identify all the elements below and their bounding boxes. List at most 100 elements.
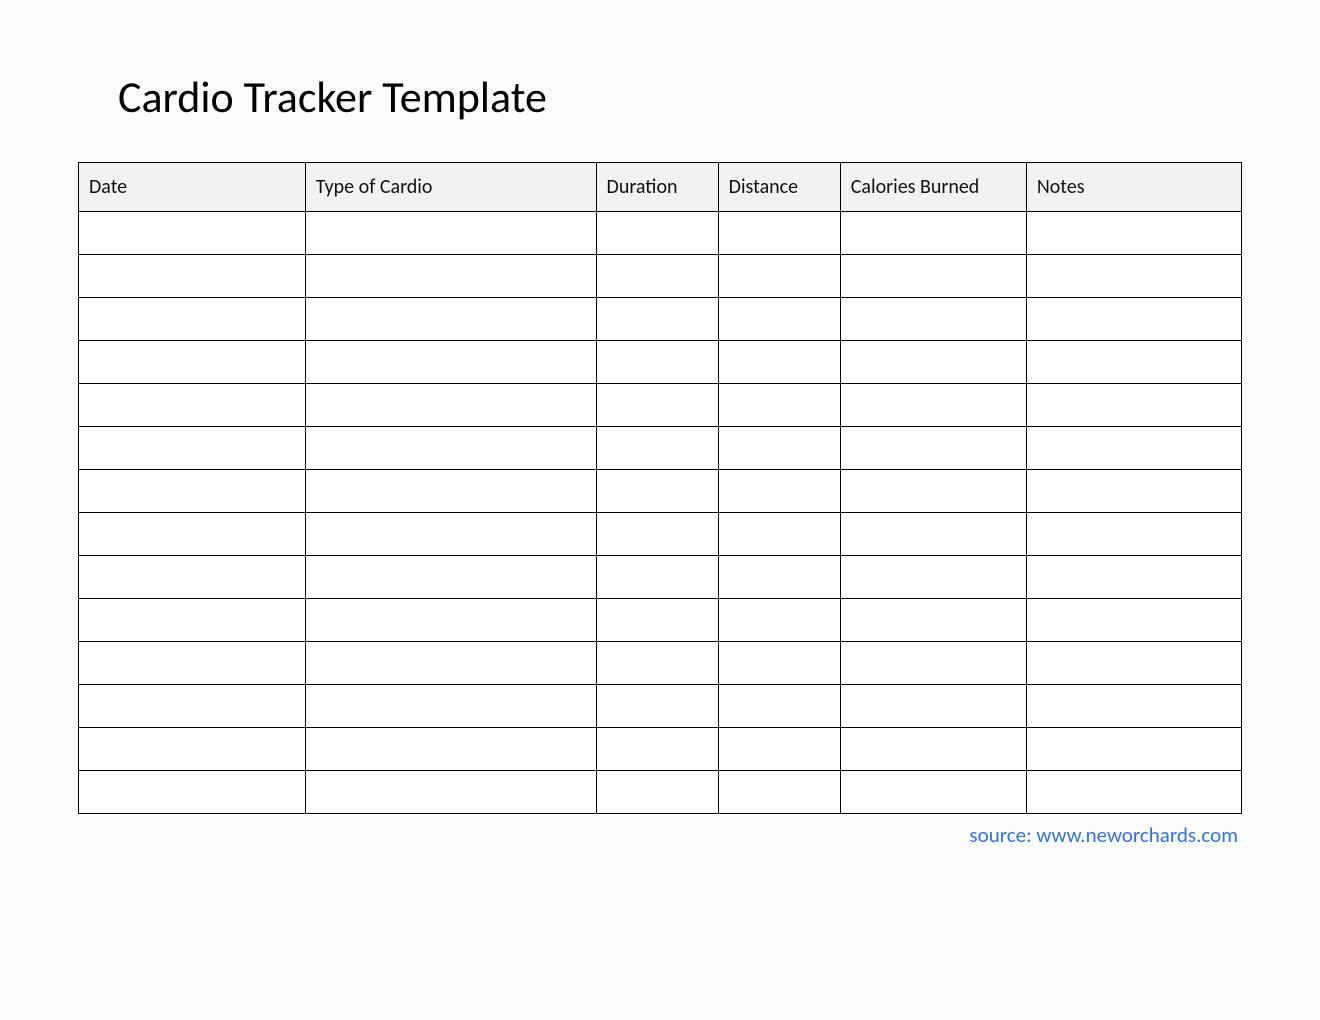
table-cell[interactable] [79, 470, 306, 513]
table-cell[interactable] [79, 255, 306, 298]
table-cell[interactable] [840, 513, 1026, 556]
column-header-type: Type of Cardio [305, 163, 596, 212]
column-header-date: Date [79, 163, 306, 212]
table-cell[interactable] [79, 427, 306, 470]
table-cell[interactable] [79, 212, 306, 255]
table-row [79, 298, 1242, 341]
table-cell[interactable] [305, 470, 596, 513]
table-cell[interactable] [840, 728, 1026, 771]
table-row [79, 212, 1242, 255]
table-cell[interactable] [718, 255, 840, 298]
table-cell[interactable] [79, 642, 306, 685]
source-attribution: source: www.neworchards.com [78, 822, 1242, 848]
table-cell[interactable] [79, 599, 306, 642]
table-cell[interactable] [840, 685, 1026, 728]
table-row [79, 728, 1242, 771]
table-cell[interactable] [1026, 298, 1241, 341]
table-cell[interactable] [596, 771, 718, 814]
table-cell[interactable] [596, 255, 718, 298]
table-cell[interactable] [79, 341, 306, 384]
table-cell[interactable] [718, 556, 840, 599]
table-cell[interactable] [305, 341, 596, 384]
table-cell[interactable] [718, 728, 840, 771]
table-cell[interactable] [840, 212, 1026, 255]
table-cell[interactable] [596, 427, 718, 470]
table-cell[interactable] [840, 599, 1026, 642]
table-cell[interactable] [305, 556, 596, 599]
table-cell[interactable] [596, 470, 718, 513]
table-cell[interactable] [305, 384, 596, 427]
table-cell[interactable] [305, 771, 596, 814]
table-cell[interactable] [305, 513, 596, 556]
table-cell[interactable] [1026, 470, 1241, 513]
table-row [79, 341, 1242, 384]
column-header-duration: Duration [596, 163, 718, 212]
table-cell[interactable] [1026, 384, 1241, 427]
table-cell[interactable] [596, 685, 718, 728]
table-cell[interactable] [305, 728, 596, 771]
table-cell[interactable] [596, 642, 718, 685]
table-cell[interactable] [596, 599, 718, 642]
table-cell[interactable] [840, 384, 1026, 427]
table-cell[interactable] [79, 771, 306, 814]
table-cell[interactable] [596, 341, 718, 384]
table-cell[interactable] [840, 556, 1026, 599]
table-cell[interactable] [1026, 427, 1241, 470]
table-cell[interactable] [840, 298, 1026, 341]
table-cell[interactable] [305, 599, 596, 642]
table-row [79, 771, 1242, 814]
table-cell[interactable] [79, 556, 306, 599]
table-cell[interactable] [305, 255, 596, 298]
table-cell[interactable] [1026, 599, 1241, 642]
table-cell[interactable] [1026, 771, 1241, 814]
table-row [79, 513, 1242, 556]
column-header-notes: Notes [1026, 163, 1241, 212]
table-cell[interactable] [1026, 642, 1241, 685]
table-cell[interactable] [79, 513, 306, 556]
page-title: Cardio Tracker Template [118, 70, 1242, 124]
table-container: Date Type of Cardio Duration Distance Ca… [78, 162, 1242, 814]
table-cell[interactable] [718, 384, 840, 427]
table-cell[interactable] [1026, 341, 1241, 384]
table-cell[interactable] [1026, 728, 1241, 771]
table-cell[interactable] [305, 298, 596, 341]
table-row [79, 255, 1242, 298]
table-cell[interactable] [840, 642, 1026, 685]
table-cell[interactable] [305, 685, 596, 728]
table-cell[interactable] [596, 513, 718, 556]
table-cell[interactable] [1026, 212, 1241, 255]
table-cell[interactable] [718, 599, 840, 642]
table-cell[interactable] [718, 642, 840, 685]
table-cell[interactable] [1026, 255, 1241, 298]
table-cell[interactable] [718, 513, 840, 556]
table-cell[interactable] [718, 470, 840, 513]
table-cell[interactable] [596, 212, 718, 255]
table-cell[interactable] [840, 470, 1026, 513]
table-cell[interactable] [718, 212, 840, 255]
table-cell[interactable] [305, 212, 596, 255]
table-cell[interactable] [840, 341, 1026, 384]
table-cell[interactable] [840, 255, 1026, 298]
table-cell[interactable] [596, 298, 718, 341]
table-cell[interactable] [1026, 513, 1241, 556]
table-cell[interactable] [840, 771, 1026, 814]
table-cell[interactable] [305, 427, 596, 470]
table-cell[interactable] [79, 728, 306, 771]
table-cell[interactable] [305, 642, 596, 685]
table-cell[interactable] [79, 384, 306, 427]
table-cell[interactable] [718, 685, 840, 728]
table-cell[interactable] [840, 427, 1026, 470]
table-row [79, 556, 1242, 599]
table-cell[interactable] [79, 685, 306, 728]
table-cell[interactable] [718, 427, 840, 470]
table-cell[interactable] [79, 298, 306, 341]
table-cell[interactable] [718, 771, 840, 814]
table-cell[interactable] [596, 728, 718, 771]
table-cell[interactable] [596, 556, 718, 599]
table-cell[interactable] [1026, 556, 1241, 599]
table-cell[interactable] [718, 298, 840, 341]
table-row [79, 384, 1242, 427]
table-cell[interactable] [718, 341, 840, 384]
table-cell[interactable] [596, 384, 718, 427]
table-cell[interactable] [1026, 685, 1241, 728]
